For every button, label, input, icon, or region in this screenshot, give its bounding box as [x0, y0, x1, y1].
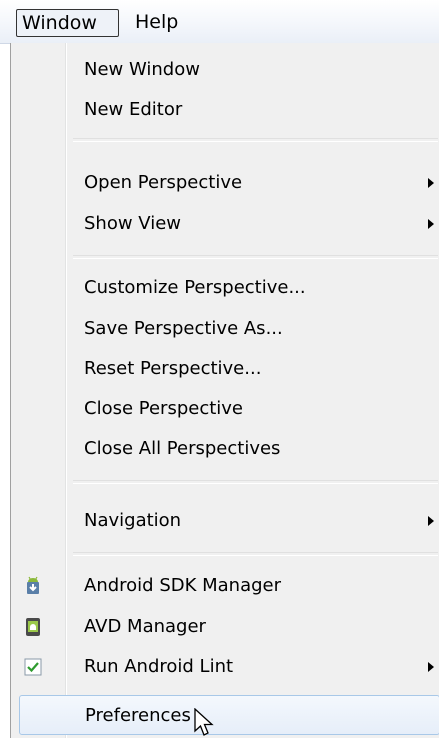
menu-item-android-sdk-manager[interactable]: Android SDK Manager — [11, 566, 439, 606]
menu-item-new-window[interactable]: New Window — [11, 50, 439, 90]
submenu-arrow-icon — [428, 219, 434, 229]
menu-item-label: Open Perspective — [84, 172, 243, 193]
menu-item-avd-manager[interactable]: AVD Manager — [11, 607, 439, 647]
menu-item-label: Close All Perspectives — [84, 438, 281, 459]
menu-item-label: Reset Perspective... — [84, 358, 262, 379]
menu-item-label: AVD Manager — [84, 616, 206, 637]
menu-item-navigation[interactable]: Navigation — [11, 501, 439, 541]
menu-bar: Window Help — [0, 0, 439, 44]
menu-item-label: Android SDK Manager — [84, 575, 282, 596]
menu-separator — [73, 552, 438, 556]
menu-item-label: New Window — [84, 59, 200, 80]
window-dropdown-menu: New Window New Editor Open Perspective S… — [10, 43, 439, 738]
menu-item-label: Close Perspective — [84, 398, 244, 419]
menu-item-label: Navigation — [84, 510, 182, 531]
lint-check-icon — [24, 658, 42, 676]
menu-help[interactable]: Help — [130, 9, 183, 37]
menu-item-run-android-lint[interactable]: Run Android Lint — [11, 647, 439, 687]
menu-item-save-perspective-as[interactable]: Save Perspective As... — [11, 309, 439, 349]
menu-item-label: Save Perspective As... — [84, 318, 283, 339]
menu-separator — [73, 255, 438, 259]
menu-item-show-view[interactable]: Show View — [11, 204, 439, 244]
submenu-arrow-icon — [428, 178, 434, 188]
menu-separator — [73, 480, 438, 484]
submenu-arrow-icon — [428, 516, 434, 526]
mouse-cursor-icon — [194, 708, 214, 736]
menu-window[interactable]: Window — [16, 9, 119, 37]
submenu-arrow-icon — [428, 662, 434, 672]
menu-item-label: Customize Perspective... — [84, 277, 306, 298]
app-window: Window Help New Window New Editor Open P… — [0, 0, 439, 738]
menu-item-close-all-perspectives[interactable]: Close All Perspectives — [11, 429, 439, 469]
android-sdk-icon — [27, 576, 39, 594]
menu-item-reset-perspective[interactable]: Reset Perspective... — [11, 349, 439, 389]
menu-separator — [73, 138, 438, 142]
menu-item-label: New Editor — [84, 99, 183, 120]
menu-item-new-editor[interactable]: New Editor — [11, 90, 439, 130]
menu-item-close-perspective[interactable]: Close Perspective — [11, 389, 439, 429]
menu-item-label: Run Android Lint — [84, 656, 234, 677]
menu-item-preferences[interactable]: Preferences — [19, 695, 439, 735]
avd-manager-icon — [26, 618, 40, 636]
menu-item-label: Show View — [84, 213, 182, 234]
menu-item-label: Preferences — [85, 705, 191, 726]
menu-item-open-perspective[interactable]: Open Perspective — [11, 163, 439, 203]
menu-item-customize-perspective[interactable]: Customize Perspective... — [11, 268, 439, 308]
